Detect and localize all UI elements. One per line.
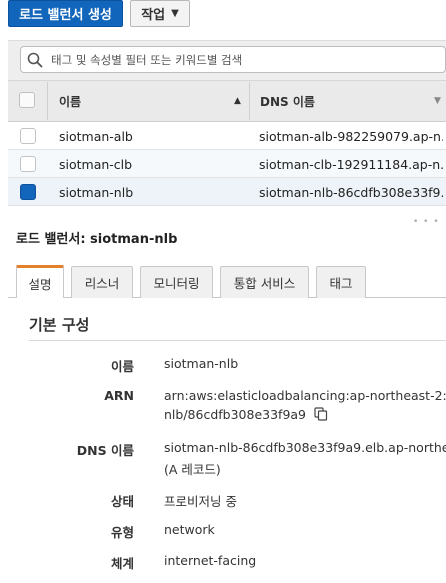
table-row-selected[interactable]: siotman-nlb siotman-nlb-86cdfb308e33f9..… [8, 178, 446, 206]
field-value-arn-line2-wrap: nlb/86cdfb308e33f9a9 [164, 407, 446, 422]
detail-title: 로드 밸런서: siotman-nlb [16, 232, 178, 247]
section-divider [29, 340, 446, 341]
column-divider [47, 82, 48, 120]
search-input[interactable] [49, 51, 429, 68]
tab-description[interactable]: 설명 [16, 265, 64, 298]
column-header-name[interactable]: 이름 [59, 93, 81, 110]
field-value-dns-line2: (A 레코드) [164, 462, 221, 477]
create-load-balancer-button[interactable]: 로드 밸런서 생성 [8, 0, 123, 27]
row-name: siotman-clb [59, 157, 133, 172]
field-value-arn-line1: arn:aws:elasticloadbalancing:ap-northeas… [164, 388, 446, 403]
copy-icon[interactable] [314, 407, 328, 421]
field-value-scheme: internet-facing [164, 553, 257, 568]
field-label-state: 상태 [110, 494, 134, 509]
field-value-dns-line1: siotman-nlb-86cdfb308e33f9a9.elb.ap-nort… [164, 440, 446, 455]
field-value-name: siotman-nlb [164, 356, 239, 371]
section-title: 기본 구성 [29, 316, 90, 334]
chevron-down-icon: ▼ [171, 8, 179, 19]
row-name: siotman-nlb [59, 185, 134, 200]
search-box[interactable] [20, 46, 446, 73]
row-dns: siotman-clb-192911184.ap-n... [259, 157, 443, 172]
table-row[interactable]: siotman-clb siotman-clb-192911184.ap-n..… [8, 150, 446, 178]
actions-dropdown-button[interactable]: 작업 ▼ [130, 0, 190, 27]
row-checkbox[interactable] [20, 128, 36, 144]
sort-up-icon[interactable]: ▲ [234, 96, 241, 106]
field-value-type: network [164, 522, 215, 537]
table-row[interactable]: siotman-alb siotman-alb-982259079.ap-n..… [8, 122, 446, 150]
field-value-state: 프로비저닝 중 [164, 494, 237, 509]
resize-handle[interactable]: • • • [413, 217, 440, 227]
field-label-arn: ARN [104, 388, 134, 403]
select-all-checkbox[interactable] [19, 92, 35, 108]
row-checkbox-checked[interactable] [20, 184, 36, 200]
column-header-dns[interactable]: DNS 이름 [260, 93, 315, 110]
tab-listeners[interactable]: 리스너 [71, 266, 133, 298]
row-checkbox[interactable] [20, 156, 36, 172]
row-dns: siotman-alb-982259079.ap-n... [259, 129, 443, 144]
field-label-name: 이름 [110, 359, 134, 374]
field-label-scheme: 체계 [110, 556, 134, 571]
row-name: siotman-alb [59, 129, 133, 144]
tab-tags[interactable]: 태그 [316, 266, 366, 298]
tab-monitoring[interactable]: 모니터링 [140, 266, 213, 298]
column-divider [249, 82, 250, 120]
row-dns: siotman-nlb-86cdfb308e33f9... [259, 185, 443, 200]
field-value-arn-line2: nlb/86cdfb308e33f9a9 [164, 407, 307, 422]
sort-down-icon[interactable]: ▼ [434, 96, 441, 106]
field-label-dns: DNS 이름 [76, 443, 134, 458]
actions-label: 작업 [141, 8, 166, 23]
search-icon [27, 52, 43, 67]
field-label-type: 유형 [110, 525, 134, 540]
tab-integrated-services[interactable]: 통합 서비스 [220, 266, 309, 298]
